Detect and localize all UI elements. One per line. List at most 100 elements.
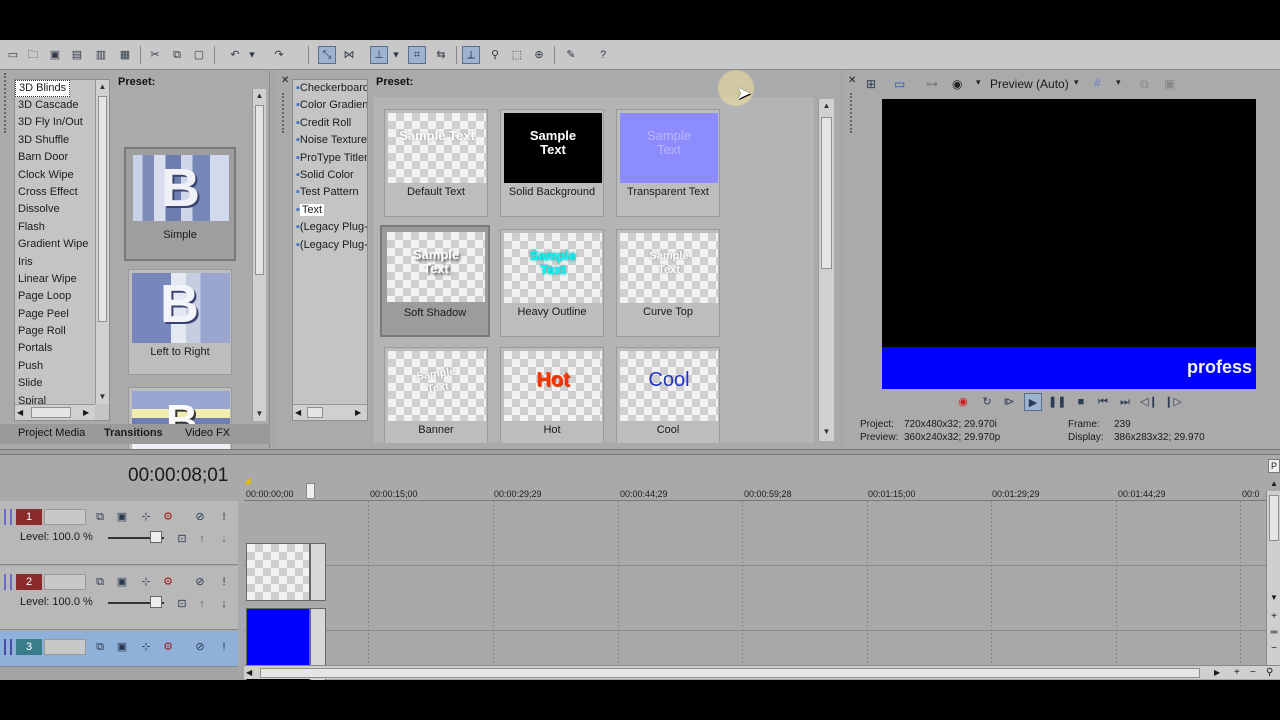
quality-dropdown-icon[interactable]: ▾ <box>976 77 981 88</box>
list-item[interactable]: ▪ Text <box>293 202 367 219</box>
copy-icon[interactable]: ⧉ <box>168 46 186 64</box>
scroll-left-icon[interactable]: ◀ <box>246 666 252 680</box>
preview-quality-icon[interactable]: ◉ <box>952 77 962 91</box>
scroll-down-icon[interactable]: ▼ <box>1267 593 1280 602</box>
track-name-field[interactable] <box>44 509 86 525</box>
generator-preset[interactable]: Sample Text Heavy Outline <box>500 229 604 337</box>
track-motion-icon[interactable]: ⧉ <box>92 574 108 590</box>
zoom-out-horizontal-icon[interactable]: − <box>1250 666 1256 680</box>
dock-grip[interactable] <box>850 93 854 133</box>
snap-dropdown-icon[interactable]: ▾ <box>390 46 402 64</box>
timeline-vertical-scrollbar[interactable]: P ▲ ▼ + ═ − <box>1266 459 1280 667</box>
list-item[interactable]: 3D Blinds <box>15 80 71 97</box>
go-to-end-icon[interactable]: ⏭ <box>1116 393 1134 411</box>
video-track-2[interactable]: 2 ⧉ ▣ ⊹ ⚙ ⊘ ! Level: 100.0 % ⊡ ↑ ↓ <box>0 566 238 630</box>
auto-ripple-icon[interactable]: ⇆ <box>432 46 450 64</box>
composite-child-icon[interactable]: ⊡ <box>174 531 190 547</box>
make-child-icon[interactable]: ↓ <box>216 531 232 547</box>
track-motion-icon[interactable]: ⧉ <box>92 639 108 655</box>
copy-snapshot-icon[interactable]: ⧉ <box>1140 77 1149 92</box>
cut-icon[interactable]: ✂ <box>146 46 164 64</box>
settings-gear-icon[interactable]: ⚙ <box>160 509 176 525</box>
track-fx-icon[interactable]: ▣ <box>114 639 130 655</box>
list-item[interactable]: ▪(Legacy Plug-in) <box>293 237 367 254</box>
close-icon[interactable]: ✕ <box>848 75 856 86</box>
video-track-1[interactable]: 1 ⧉ ▣ ⊹ ⚙ ⊘ ! Level: 100.0 % ⊡ ↑ ↓ <box>0 501 238 565</box>
list-item[interactable]: ▪Color Gradient <box>293 97 367 114</box>
new-icon[interactable]: ▭ <box>4 46 22 64</box>
overlays-dropdown-icon[interactable]: ▾ <box>1116 77 1121 88</box>
list-item[interactable]: ▪(Legacy Plug-in) <box>293 219 367 236</box>
normal-edit-tool-icon[interactable]: ⤡ <box>318 46 336 64</box>
make-parent-icon[interactable]: ↑ <box>194 531 210 547</box>
make-parent-icon[interactable]: ↑ <box>194 596 210 612</box>
record-icon[interactable]: ◉ <box>954 393 972 411</box>
play-from-start-icon[interactable]: ⧐ <box>1000 393 1018 411</box>
zoom-out-icon[interactable]: − <box>1267 643 1280 654</box>
undo-icon[interactable]: ↶ <box>226 46 244 64</box>
timeline-event-text[interactable] <box>246 543 310 601</box>
compositing-mode-icon[interactable]: ⊹ <box>138 509 154 525</box>
compositing-mode-icon[interactable]: ⊹ <box>138 574 154 590</box>
stop-icon[interactable]: ■ <box>1072 393 1090 411</box>
save-icon[interactable]: ▣ <box>46 46 64 64</box>
overlays-grid-icon[interactable]: # <box>1094 76 1101 90</box>
scrollbar-thumb[interactable] <box>260 668 1200 678</box>
list-item[interactable]: ▪Credit Roll <box>293 115 367 132</box>
list-item[interactable]: ▪ProType Titler <box>293 150 367 167</box>
preview-mode-arrow-icon[interactable]: ▾ <box>1074 77 1079 88</box>
scrollbar-thumb[interactable] <box>1269 495 1279 541</box>
track-motion-icon[interactable]: ⧉ <box>92 509 108 525</box>
scroll-right-icon[interactable]: ▶ <box>1214 666 1220 680</box>
list-item[interactable]: ▪Noise Texture <box>293 132 367 149</box>
save-snapshot-icon[interactable]: ▣ <box>1164 77 1175 91</box>
generators-list-hscrollbar[interactable]: ◀ ▶ <box>293 404 367 420</box>
open-icon[interactable]: 🗀 <box>24 46 42 64</box>
timeline-ruler[interactable]: 00:00:00;00 00:00:15;00 00:00:29;29 00:0… <box>244 475 1268 501</box>
previous-frame-icon[interactable]: ◁❙ <box>1140 393 1158 411</box>
solo-icon[interactable]: ! <box>216 509 232 525</box>
track-fx-icon[interactable]: ▣ <box>114 574 130 590</box>
play-icon[interactable]: ▶ <box>1024 393 1042 411</box>
mute-icon[interactable]: ⊘ <box>192 574 208 590</box>
list-item[interactable]: ▪Test Pattern <box>293 184 367 201</box>
generator-preset[interactable]: Sample Text Solid Background <box>500 109 604 217</box>
redo-icon[interactable]: ↷ <box>270 46 288 64</box>
timeline-event-color[interactable] <box>246 608 310 666</box>
generator-preset[interactable]: Sample Text Default Text <box>384 109 488 217</box>
split-screen-icon[interactable]: ⊶ <box>926 77 938 91</box>
render-as-icon[interactable]: ▥ <box>92 46 110 64</box>
make-child-icon[interactable]: ↓ <box>216 596 232 612</box>
help-icon[interactable]: ? <box>594 46 612 64</box>
settings-gear-icon[interactable]: ⚙ <box>160 639 176 655</box>
external-monitor-icon[interactable]: ▭ <box>894 77 905 91</box>
track-name-field[interactable] <box>44 639 86 655</box>
generator-preset[interactable]: Cool Cool <box>616 347 720 443</box>
level-slider-handle[interactable] <box>150 596 162 608</box>
lock-envelopes-icon[interactable]: ⟂ <box>462 46 480 64</box>
track-fx-icon[interactable]: ▣ <box>114 509 130 525</box>
transition-preset-simple[interactable]: B Simple <box>124 147 236 261</box>
dock-grip[interactable] <box>282 93 286 133</box>
transition-preset-left-to-right[interactable]: B Left to Right <box>128 269 232 375</box>
loop-playback-icon[interactable]: ↻ <box>978 393 996 411</box>
event-fx-icon[interactable] <box>310 608 326 666</box>
zoom-in-horizontal-icon[interactable]: + <box>1234 666 1240 680</box>
preview-mode-dropdown[interactable]: Preview (Auto) <box>990 77 1069 91</box>
video-preview-screen[interactable]: profess <box>882 99 1256 389</box>
tab-transitions[interactable]: Transitions <box>104 427 163 439</box>
timeline-horizontal-scrollbar[interactable]: ◀ ▶ + − ⚲ <box>244 665 1280 679</box>
paste-icon[interactable]: ▢ <box>190 46 208 64</box>
pause-icon[interactable]: ❚❚ <box>1048 393 1066 411</box>
track-list-menu-icon[interactable]: P <box>1268 459 1280 473</box>
dock-grip[interactable] <box>4 73 12 133</box>
properties-icon[interactable]: ▦ <box>116 46 134 64</box>
track-grip[interactable] <box>4 574 12 590</box>
solo-icon[interactable]: ! <box>216 639 232 655</box>
solo-icon[interactable]: ! <box>216 574 232 590</box>
save-as-icon[interactable]: ▤ <box>68 46 86 64</box>
scroll-up-icon[interactable]: ▲ <box>1267 479 1280 488</box>
go-to-start-icon[interactable]: ⏮ <box>1094 393 1112 411</box>
settings-gear-icon[interactable]: ⚙ <box>160 574 176 590</box>
level-slider-handle[interactable] <box>150 531 162 543</box>
